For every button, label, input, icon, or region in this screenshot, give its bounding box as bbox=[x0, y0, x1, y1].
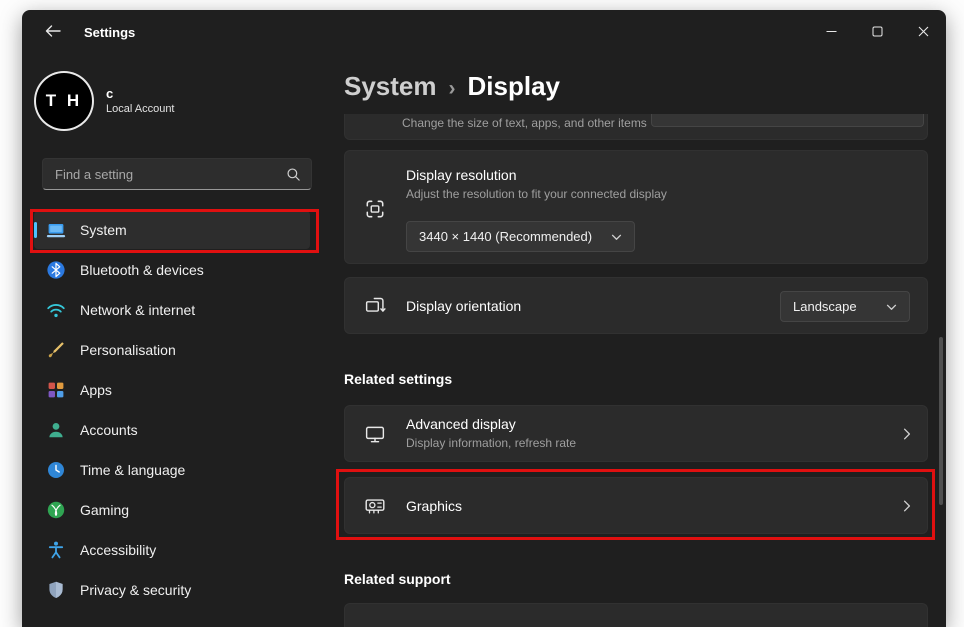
graphics-title: Graphics bbox=[406, 498, 462, 514]
user-name: c bbox=[106, 86, 175, 102]
selection-indicator bbox=[34, 222, 37, 238]
wifi-icon bbox=[46, 300, 66, 320]
advanced-display-icon bbox=[364, 423, 386, 445]
display-resolution-icon bbox=[364, 198, 386, 220]
window-controls bbox=[808, 10, 946, 55]
sidebar-item-label: Apps bbox=[80, 382, 112, 398]
vertical-scrollbar-thumb[interactable] bbox=[939, 337, 943, 505]
search-box bbox=[42, 158, 312, 190]
sidebar-item-label: Time & language bbox=[80, 462, 185, 478]
display-resolution-card: Display resolution Adjust the resolution… bbox=[344, 150, 928, 264]
display-orientation-icon bbox=[364, 295, 386, 317]
orientation-dropdown[interactable]: Landscape bbox=[780, 291, 910, 322]
scale-subtitle: Change the size of text, apps, and other… bbox=[402, 116, 647, 130]
bluetooth-icon bbox=[46, 260, 66, 280]
maximize-icon bbox=[872, 25, 883, 40]
display-resolution-title: Display resolution bbox=[406, 167, 517, 183]
breadcrumb-system[interactable]: System bbox=[344, 71, 437, 102]
sidebar-item-label: Gaming bbox=[80, 502, 129, 518]
sidebar-item-time-language[interactable]: Time & language bbox=[34, 451, 310, 489]
close-button[interactable] bbox=[900, 10, 946, 55]
sidebar-item-gaming[interactable]: Gaming bbox=[34, 491, 310, 529]
advanced-display-card[interactable]: Advanced display Display information, re… bbox=[344, 405, 928, 462]
breadcrumb: System › Display bbox=[344, 71, 560, 102]
scale-card-partial: Change the size of text, apps, and other… bbox=[344, 114, 928, 140]
display-orientation-card: Display orientation Landscape bbox=[344, 277, 928, 334]
related-support-header: Related support bbox=[344, 571, 451, 587]
sidebar-item-label: System bbox=[80, 222, 127, 238]
support-card-partial[interactable] bbox=[344, 603, 928, 627]
breadcrumb-separator-icon: › bbox=[449, 77, 456, 101]
xbox-icon bbox=[46, 500, 66, 520]
shield-icon bbox=[46, 580, 66, 600]
main-content: System › Display Change the size of text… bbox=[322, 55, 946, 627]
user-text: c Local Account bbox=[106, 86, 175, 117]
user-account-type: Local Account bbox=[106, 102, 175, 117]
resolution-value: 3440 × 1440 (Recommended) bbox=[419, 229, 592, 244]
titlebar: Settings bbox=[22, 10, 946, 55]
minimize-icon bbox=[826, 25, 837, 40]
chevron-down-icon bbox=[886, 299, 897, 314]
resolution-dropdown[interactable]: 3440 × 1440 (Recommended) bbox=[406, 221, 635, 252]
sidebar-item-system[interactable]: System bbox=[34, 211, 310, 249]
sidebar-item-label: Accessibility bbox=[80, 542, 156, 558]
related-settings-header: Related settings bbox=[344, 371, 452, 387]
maximize-button[interactable] bbox=[854, 10, 900, 55]
system-icon bbox=[46, 220, 66, 240]
advanced-display-title: Advanced display bbox=[406, 416, 516, 432]
chevron-down-icon bbox=[611, 229, 622, 244]
display-resolution-subtitle: Adjust the resolution to fit your connec… bbox=[406, 187, 667, 201]
window-title: Settings bbox=[84, 25, 135, 40]
chevron-right-icon bbox=[903, 427, 911, 441]
minimize-button[interactable] bbox=[808, 10, 854, 55]
chevron-right-icon bbox=[903, 499, 911, 513]
search-input[interactable] bbox=[43, 159, 311, 189]
person-icon bbox=[46, 420, 66, 440]
sidebar-item-personalisation[interactable]: Personalisation bbox=[34, 331, 310, 369]
sidebar-item-label: Personalisation bbox=[80, 342, 176, 358]
sidebar-item-privacy-security[interactable]: Privacy & security bbox=[34, 571, 310, 609]
sidebar: T H c Local Account System bbox=[22, 55, 322, 627]
apps-grid-icon bbox=[46, 380, 66, 400]
sidebar-item-label: Accounts bbox=[80, 422, 138, 438]
page-title: Display bbox=[468, 71, 561, 102]
accessibility-icon bbox=[46, 540, 66, 560]
scale-dropdown-partial[interactable] bbox=[651, 114, 924, 127]
advanced-display-subtitle: Display information, refresh rate bbox=[406, 436, 576, 450]
sidebar-item-network-internet[interactable]: Network & internet bbox=[34, 291, 310, 329]
paintbrush-icon bbox=[46, 340, 66, 360]
settings-window: Settings T H c Local Account bbox=[22, 10, 946, 627]
sidebar-item-accessibility[interactable]: Accessibility bbox=[34, 531, 310, 569]
sidebar-nav: System Bluetooth & devices Network & int… bbox=[34, 211, 310, 611]
graphics-icon bbox=[364, 495, 386, 517]
avatar: T H bbox=[36, 73, 92, 129]
sidebar-item-label: Bluetooth & devices bbox=[80, 262, 204, 278]
sidebar-item-accounts[interactable]: Accounts bbox=[34, 411, 310, 449]
sidebar-item-apps[interactable]: Apps bbox=[34, 371, 310, 409]
back-button[interactable] bbox=[36, 19, 70, 47]
sidebar-item-label: Privacy & security bbox=[80, 582, 191, 598]
sidebar-item-bluetooth-devices[interactable]: Bluetooth & devices bbox=[34, 251, 310, 289]
orientation-value: Landscape bbox=[793, 299, 857, 314]
clock-icon bbox=[46, 460, 66, 480]
graphics-card[interactable]: Graphics bbox=[344, 477, 928, 534]
close-icon bbox=[918, 25, 929, 40]
display-orientation-title: Display orientation bbox=[406, 298, 521, 314]
back-arrow-icon bbox=[45, 25, 61, 40]
sidebar-item-label: Network & internet bbox=[80, 302, 195, 318]
user-profile[interactable]: T H c Local Account bbox=[36, 73, 175, 129]
